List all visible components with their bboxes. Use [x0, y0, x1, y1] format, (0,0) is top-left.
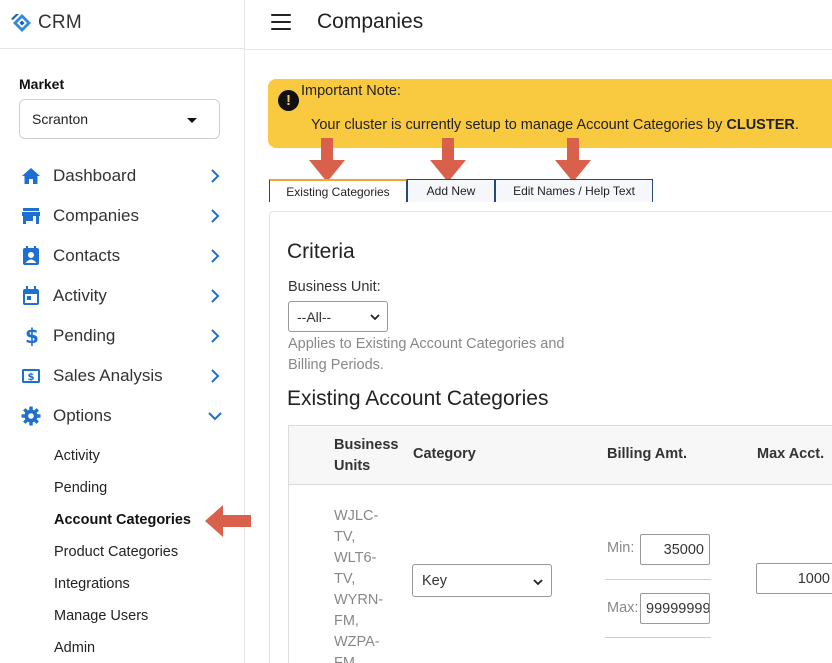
nav-item-dashboard[interactable]: Dashboard [0, 156, 245, 196]
page-title: Companies [317, 10, 424, 33]
business-unit-select[interactable]: --All-- [288, 301, 388, 332]
note-title: Important Note: [301, 83, 401, 99]
tab-existing-categories[interactable]: Existing Categories [269, 179, 407, 202]
nav-item-sales-analysis[interactable]: $ Sales Analysis [0, 356, 245, 396]
table-header: Business Units Category Billing Amt. Max… [289, 426, 832, 485]
subnav-item-admin[interactable]: Admin [0, 632, 245, 663]
header-category: Category [413, 446, 476, 462]
header-billing-amt: Billing Amt. [607, 446, 688, 462]
dollar-icon: $ [20, 325, 42, 347]
chevron-right-icon [211, 289, 220, 303]
note-bold: CLUSTER [726, 117, 795, 133]
chevron-down-icon [208, 412, 222, 421]
chevron-right-icon [211, 209, 220, 223]
hamburger-icon[interactable] [271, 14, 291, 30]
chevron-right-icon [211, 329, 220, 343]
subnav-item-product-categories[interactable]: Product Categories [0, 536, 245, 568]
market-label: Market [19, 76, 65, 92]
billing-min-input[interactable]: 35000 [640, 534, 710, 565]
existing-categories-title: Existing Account Categories [287, 387, 549, 410]
nav-item-activity[interactable]: Activity [0, 276, 245, 316]
subnav-item-manage-users[interactable]: Manage Users [0, 600, 245, 632]
note-text: Your cluster is currently setup to manag… [311, 117, 799, 133]
top-bar: Companies [245, 0, 832, 50]
nav-label: Companies [53, 206, 139, 225]
caret-down-icon [187, 118, 197, 123]
calendar-icon [20, 285, 42, 307]
row-business-units: WJLC-TV, WLT6-TV, WYRN-FM, WZPA-FM [334, 508, 384, 663]
chevron-down-icon [533, 579, 543, 586]
market-value: Scranton [32, 111, 89, 127]
options-subnav: Activity Pending Account Categories Prod… [0, 440, 245, 663]
divider [605, 579, 711, 580]
subnav-item-integrations[interactable]: Integrations [0, 568, 245, 600]
nav-label: Pending [53, 326, 116, 345]
arrow-down-annotation-icon [430, 138, 466, 182]
arrow-left-annotation-icon [205, 505, 251, 537]
max-acct-input[interactable]: 1000 [756, 563, 832, 594]
business-unit-value: --All-- [297, 308, 332, 325]
arrow-down-annotation-icon [309, 138, 345, 182]
money-icon: $ [20, 365, 42, 387]
max-label: Max: [607, 600, 639, 616]
chevron-down-icon [370, 314, 380, 321]
category-select[interactable]: Key [412, 564, 552, 597]
app-name: CRM [38, 12, 82, 33]
nav-label: Contacts [53, 246, 121, 265]
billing-max-input[interactable]: 99999999 [640, 593, 710, 624]
nav-label: Options [53, 406, 112, 425]
main-nav: Dashboard Companies Contacts Activity $ … [0, 156, 245, 436]
category-value: Key [422, 572, 447, 589]
header-business-units: Business Units [334, 437, 399, 474]
nav-label: Sales Analysis [53, 366, 163, 385]
subnav-item-activity[interactable]: Activity [0, 440, 245, 472]
brand[interactable]: CRM [10, 10, 82, 36]
gear-icon [20, 405, 42, 427]
nav-item-companies[interactable]: Companies [0, 196, 245, 236]
arrow-down-annotation-icon [555, 138, 591, 182]
important-note: ! Important Note: Your cluster is curren… [268, 79, 832, 148]
chevron-right-icon [211, 249, 220, 263]
nav-item-options[interactable]: Options [0, 396, 245, 436]
exclamation-icon: ! [278, 90, 299, 111]
store-icon [20, 205, 42, 227]
svg-text:$: $ [25, 325, 38, 347]
divider [605, 637, 711, 638]
nav-item-contacts[interactable]: Contacts [0, 236, 245, 276]
market-select[interactable]: Scranton [19, 99, 220, 139]
chevron-right-icon [211, 369, 220, 383]
nav-label: Activity [53, 286, 107, 305]
divider [0, 48, 245, 49]
header-max-acct: Max Acct. [757, 446, 825, 462]
home-icon [20, 165, 42, 187]
sidebar: CRM Market Scranton Dashboard Companies … [0, 0, 251, 663]
tab-add-new[interactable]: Add New [407, 179, 495, 202]
categories-table: Business Units Category Billing Amt. Max… [288, 425, 832, 663]
svg-text:$: $ [28, 372, 35, 383]
min-label: Min: [607, 540, 635, 556]
nav-item-pending[interactable]: $ Pending [0, 316, 245, 356]
crm-logo-icon [11, 14, 31, 32]
nav-label: Dashboard [53, 166, 137, 185]
tab-edit-names-help-text[interactable]: Edit Names / Help Text [495, 179, 653, 202]
business-unit-label: Business Unit: [288, 279, 381, 295]
chevron-right-icon [211, 169, 220, 183]
subnav-item-pending[interactable]: Pending [0, 472, 245, 504]
criteria-title: Criteria [287, 240, 355, 263]
criteria-help-text: Applies to Existing Account Categories a… [288, 336, 565, 373]
contact-card-icon [20, 245, 42, 267]
